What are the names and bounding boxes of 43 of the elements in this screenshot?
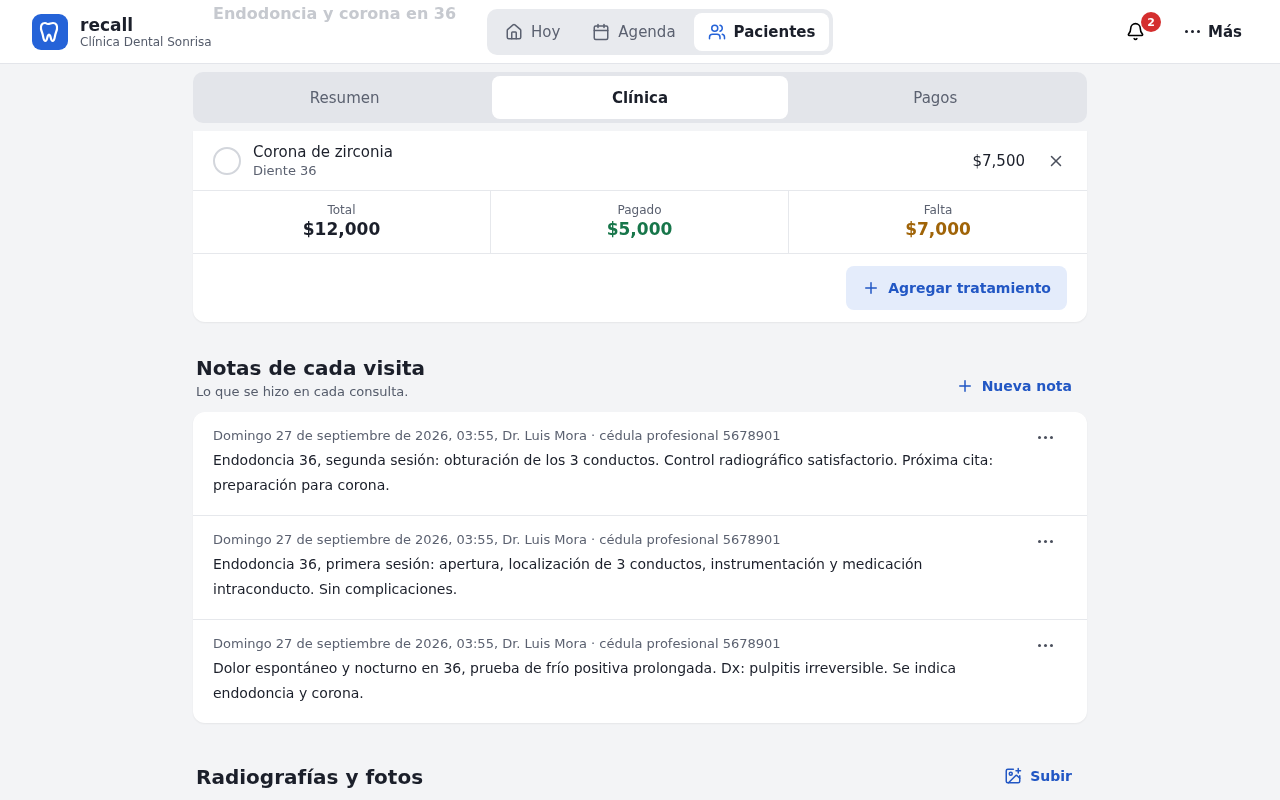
total-label: Pagado — [617, 203, 662, 217]
nav-tab[interactable]: Hoy — [491, 12, 575, 51]
note-text: Endodoncia 36, primera sesión: apertura, localización de 3 conductos, instrumentación y medicación intraconducto. Sin complicaciones. — [213, 555, 924, 599]
add-treatment-button[interactable]: Agregar tratamiento — [846, 266, 1067, 310]
note-meta: Domingo 27 de septiembre de 2026, 03:55, Dr. Luis Mora · cédula profesional 5678901 — [213, 532, 782, 547]
note-meta: Domingo 27 de septiembre de 2026, 03:55, Dr. Luis Mora · cédula profesional 5678901 — [213, 428, 782, 443]
section-tab[interactable]: Resumen — [197, 76, 493, 119]
more-button[interactable]: Más — [1179, 21, 1248, 42]
total-amount: $7,000 — [905, 219, 971, 239]
more-icon — [1038, 644, 1053, 647]
total-label: Falta — [923, 203, 953, 217]
note-text: Endodoncia 36, segunda sesión: obturación de los 3 conductos. Control radiográfico satisfactorio. Próxima cita: preparación para corona. — [213, 451, 995, 495]
clinic-name: Clínica Dental Sonrisa — [80, 34, 212, 49]
more-icon — [1185, 30, 1200, 33]
section-tab[interactable]: Pagos — [787, 76, 1083, 119]
calendar-icon — [592, 22, 611, 41]
section-tab[interactable]: Clínica — [492, 76, 788, 119]
tooth-label: Diente 36 — [253, 163, 318, 178]
section-title: Radiografías y fotos — [196, 765, 424, 789]
app-name: recall — [80, 14, 135, 35]
new-note-button[interactable]: Nueva nota — [943, 373, 1084, 399]
nav-tab[interactable]: Pacientes — [693, 12, 830, 51]
note-text: Dolor espontáneo y nocturno en 36, prueba de frío positiva prolongada. Dx: pulpitis irreversible. Se indica endodoncia y corona. — [213, 659, 958, 703]
total-label: Total — [327, 203, 356, 217]
note-meta: Domingo 27 de septiembre de 2026, 03:55, Dr. Luis Mora · cédula profesional 5678901 — [213, 636, 782, 651]
section-subtitle: Lo que se hizo en cada consulta. — [196, 384, 410, 399]
notification-count: 2 — [1141, 12, 1161, 32]
treatment-price: $7,500 — [972, 151, 1025, 170]
total-amount: $5,000 — [606, 219, 673, 239]
more-icon — [1038, 436, 1053, 439]
bell-icon — [1126, 22, 1145, 41]
home-icon — [505, 22, 523, 41]
tooth-logo-icon — [32, 13, 68, 50]
total-amount: $12,000 — [302, 219, 381, 239]
done-checkbox[interactable] — [213, 146, 241, 175]
section-title: Notas de cada visita — [196, 356, 426, 380]
nav-tab[interactable]: Agenda — [578, 12, 690, 51]
upload-button[interactable]: Subir — [992, 763, 1084, 789]
treatment-name: Corona de zirconia — [253, 143, 394, 161]
image-plus-icon — [1004, 767, 1023, 785]
users-icon — [707, 22, 726, 41]
more-icon — [1038, 540, 1053, 543]
plan-title: Endodoncia y corona en 36 — [213, 4, 457, 23]
